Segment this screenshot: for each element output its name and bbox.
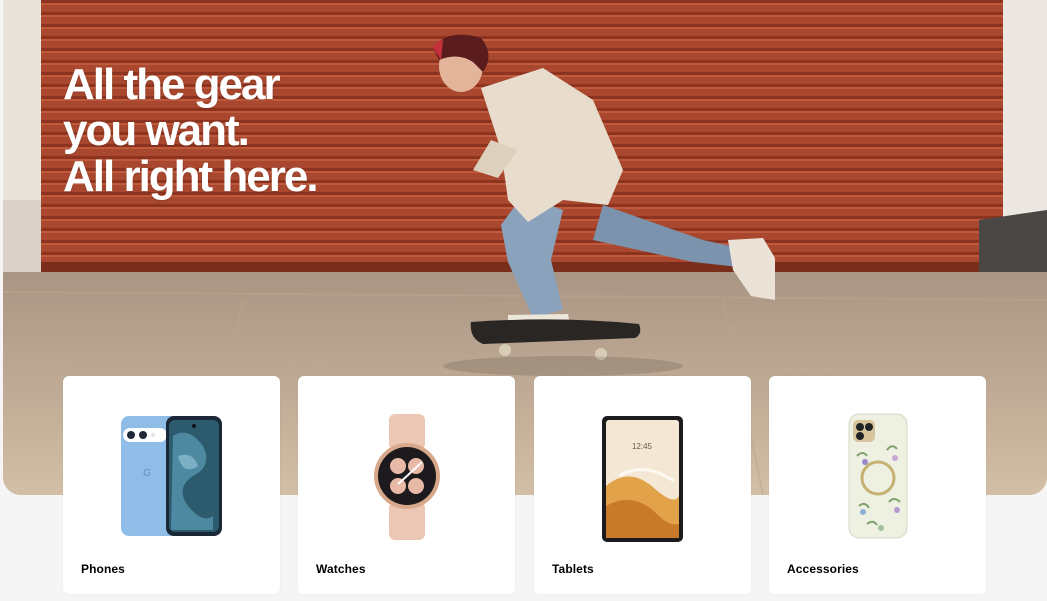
hero-headline: All the gear you want. All right here.	[63, 60, 319, 201]
category-card-tablets[interactable]: 12:45 Tablets	[534, 376, 751, 594]
category-card-watches[interactable]: Watches	[298, 376, 515, 594]
headline-line-3: All right here.	[63, 152, 319, 201]
category-card-accessories[interactable]: Accessories	[769, 376, 986, 594]
tablet-screen-time: 12:45	[632, 442, 653, 451]
tablet-icon: 12:45	[602, 416, 683, 542]
watch-icon	[374, 414, 440, 540]
category-label-accessories: Accessories	[787, 562, 859, 576]
headline-line-2: you want.	[63, 106, 250, 155]
headline-line-1: All the gear	[63, 60, 281, 109]
category-label-watches: Watches	[316, 562, 366, 576]
category-label-phones: Phones	[81, 562, 125, 576]
category-label-tablets: Tablets	[552, 562, 594, 576]
phone-icon: G	[121, 416, 222, 536]
svg-text:G: G	[143, 468, 151, 479]
category-card-phones[interactable]: G Phones	[63, 376, 280, 594]
phone-case-icon	[848, 413, 908, 539]
